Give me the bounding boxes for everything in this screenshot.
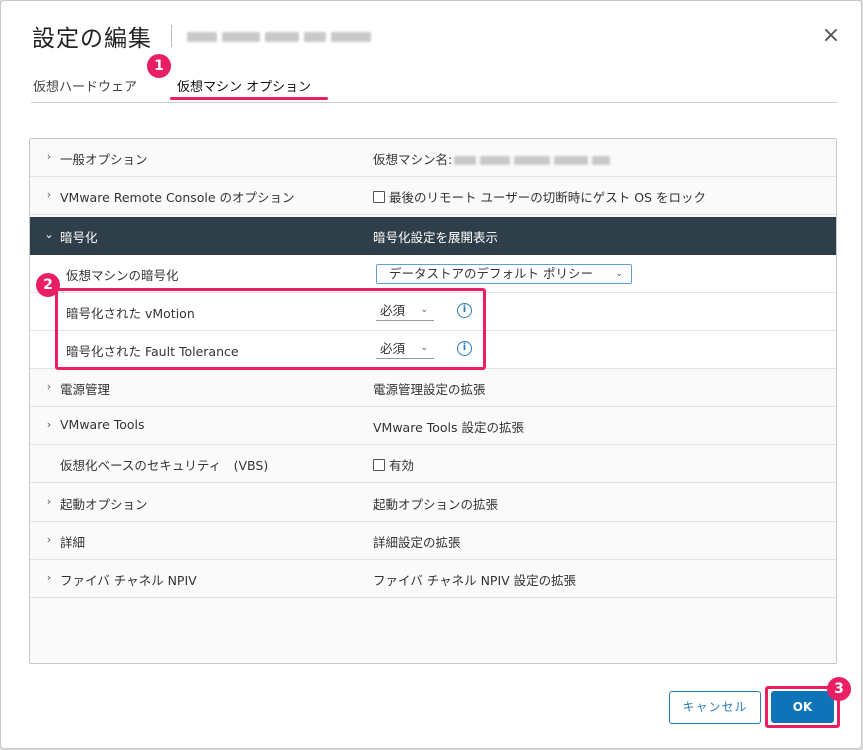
row-label: VMware Remote Console のオプション: [60, 190, 295, 205]
row-label: 電源管理: [60, 382, 111, 397]
step-badge-2: 2: [36, 273, 60, 297]
row-label: 起動オプション: [60, 497, 148, 512]
vbs-enabled-checkbox[interactable]: [373, 459, 385, 471]
checkbox-label: 最後のリモート ユーザーの切断時にゲスト OS をロック: [389, 190, 706, 205]
close-icon[interactable]: ×: [820, 25, 842, 47]
vm-name-label: 仮想マシン名:: [373, 152, 453, 167]
vm-name-redacted: [187, 31, 379, 43]
row-vmrc-options[interactable]: › VMware Remote Console のオプション 最後のリモート ユ…: [30, 177, 836, 215]
vm-options-panel: › 一般オプション 仮想マシン名: › VMware Remote Consol…: [29, 138, 837, 664]
row-value: VMware Tools 設定の拡張: [373, 420, 525, 435]
row-value[interactable]: 有効: [373, 455, 414, 474]
row-value: 仮想マシン名:: [373, 149, 611, 168]
row-value: ファイバ チャネル NPIV 設定の拡張: [373, 573, 577, 588]
title-divider: [171, 25, 172, 47]
chevron-down-icon[interactable]: ⌄: [44, 228, 54, 241]
chevron-right-icon[interactable]: ›: [44, 380, 54, 393]
row-label: 仮想マシンの暗号化: [66, 268, 179, 283]
step-badge-3: 3: [827, 677, 851, 701]
row-advanced[interactable]: › 詳細 詳細設定の拡張: [30, 522, 836, 560]
dialog-title: 設定の編集: [32, 26, 152, 52]
row-fibre-channel-npiv[interactable]: › ファイバ チャネル NPIV ファイバ チャネル NPIV 設定の拡張: [30, 560, 836, 598]
cancel-button[interactable]: キャンセル: [669, 691, 761, 724]
chevron-right-icon[interactable]: ›: [44, 150, 54, 163]
select-value: データストアのデフォルト ポリシー: [389, 266, 593, 281]
row-boot-options[interactable]: › 起動オプション 起動オプションの拡張: [30, 484, 836, 522]
chevron-right-icon[interactable]: ›: [44, 533, 54, 546]
row-label: 暗号化: [60, 230, 98, 245]
row-label: 詳細: [60, 535, 86, 550]
row-label: ファイバ チャネル NPIV: [60, 573, 197, 588]
row-power-management[interactable]: › 電源管理 電源管理設定の拡張: [30, 369, 836, 407]
row-vbs: 仮想化ベースのセキュリティ (VBS) 有効: [30, 445, 836, 483]
tab-vm-options[interactable]: 仮想マシン オプション: [177, 76, 311, 95]
row-label: VMware Tools: [60, 417, 145, 432]
row-value: 起動オプションの拡張: [373, 497, 499, 512]
row-general-options[interactable]: › 一般オプション 仮想マシン名:: [30, 139, 836, 177]
vm-name-value-redacted: [454, 156, 611, 165]
chevron-right-icon[interactable]: ›: [44, 571, 54, 584]
chevron-right-icon[interactable]: ›: [44, 495, 54, 508]
row-value: 詳細設定の拡張: [373, 535, 461, 550]
edit-settings-dialog: 設定の編集 × 仮想ハードウェア 仮想マシン オプション 1 › 一般オプション…: [0, 0, 862, 749]
encryption-highlight-box: [55, 288, 486, 370]
chevron-down-icon: ⌄: [615, 269, 623, 279]
step-badge-1: 1: [147, 54, 171, 78]
row-value[interactable]: 最後のリモート ユーザーの切断時にゲスト OS をロック: [373, 187, 706, 206]
row-value: 暗号化設定を展開表示: [373, 230, 499, 245]
row-value: 電源管理設定の拡張: [373, 382, 486, 397]
chevron-right-icon[interactable]: ›: [44, 188, 54, 201]
active-tab-underline: [170, 97, 328, 100]
tab-virtual-hardware[interactable]: 仮想ハードウェア: [33, 76, 137, 95]
vm-encryption-select[interactable]: データストアのデフォルト ポリシー ⌄: [376, 264, 632, 284]
row-encryption-header[interactable]: ⌄ 暗号化 暗号化設定を展開表示: [30, 217, 836, 255]
row-vmware-tools[interactable]: › VMware Tools VMware Tools 設定の拡張: [30, 407, 836, 445]
row-label: 仮想化ベースのセキュリティ (VBS): [60, 458, 269, 473]
checkbox-label: 有効: [389, 458, 415, 473]
row-label: 一般オプション: [60, 152, 148, 167]
lock-guest-os-checkbox[interactable]: [373, 191, 385, 203]
chevron-right-icon[interactable]: ›: [44, 418, 54, 431]
